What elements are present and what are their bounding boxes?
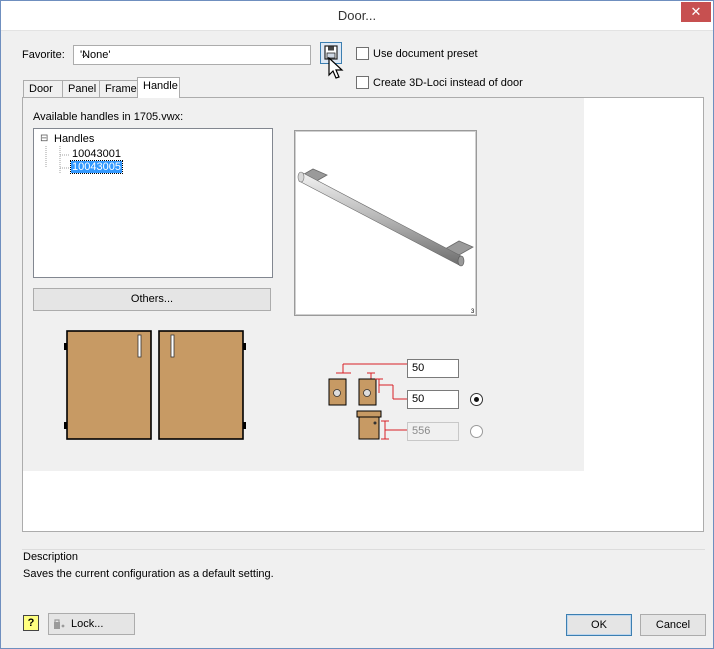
vertical-offset-radio[interactable]: [470, 393, 483, 406]
favorite-dropdown[interactable]: 'None' ⌄: [73, 45, 311, 65]
tree-root-handles[interactable]: Handles: [54, 133, 94, 145]
handle-preview: 3: [294, 130, 477, 316]
lock-button[interactable]: Lock...: [48, 613, 135, 635]
height-offset-radio[interactable]: [470, 425, 483, 438]
mouse-cursor-icon: [328, 57, 344, 79]
preview-mark: 3: [471, 309, 475, 315]
horizontal-offset-field[interactable]: 50: [407, 359, 459, 378]
handles-tree[interactable]: ⊟ Handles 10043001 10043005: [33, 128, 273, 278]
help-icon[interactable]: ?: [23, 615, 39, 631]
favorite-label: Favorite:: [22, 49, 65, 61]
use-document-preset-label: Use document preset: [373, 48, 478, 60]
height-offset-field[interactable]: 556: [407, 422, 459, 441]
tree-item-10043001[interactable]: 10043001: [72, 148, 121, 160]
handle-offset-schematic: [328, 363, 407, 440]
create-3d-loci-checkbox[interactable]: [356, 76, 369, 89]
available-handles-label: Available handles in 1705.vwx:: [33, 111, 184, 123]
others-button[interactable]: Others...: [33, 288, 271, 311]
tab-frame[interactable]: Frame: [99, 80, 138, 97]
tree-item-10043005[interactable]: 10043005: [70, 160, 123, 174]
use-document-preset-checkbox[interactable]: [356, 47, 369, 60]
cancel-button[interactable]: Cancel: [640, 614, 706, 636]
tab-panel[interactable]: Panel: [62, 80, 100, 97]
create-3d-loci-label: Create 3D-Loci instead of door: [373, 77, 523, 89]
window-title: Door...: [337, 8, 377, 23]
tab-door[interactable]: Door: [23, 80, 63, 97]
door-illustration: [64, 330, 246, 440]
tree-collapse-icon[interactable]: ⊟: [40, 133, 48, 144]
door-dialog: Door... ✕ Favorite: 'None' ⌄ Use documen…: [0, 0, 714, 649]
tab-handle[interactable]: Handle: [137, 77, 180, 98]
description-text: Saves the current configuration as a def…: [23, 568, 274, 580]
description-label: Description: [23, 551, 83, 563]
lock-label: Lock...: [71, 618, 104, 630]
title-bar: Door... ✕: [1, 1, 713, 31]
lock-icon: [54, 619, 65, 629]
ok-button[interactable]: OK: [566, 614, 632, 636]
vertical-offset-field[interactable]: 50: [407, 390, 459, 409]
handle-3d-render: 3: [297, 168, 475, 315]
close-button[interactable]: ✕: [681, 2, 711, 22]
chevron-down-icon: ⌄: [80, 49, 89, 60]
